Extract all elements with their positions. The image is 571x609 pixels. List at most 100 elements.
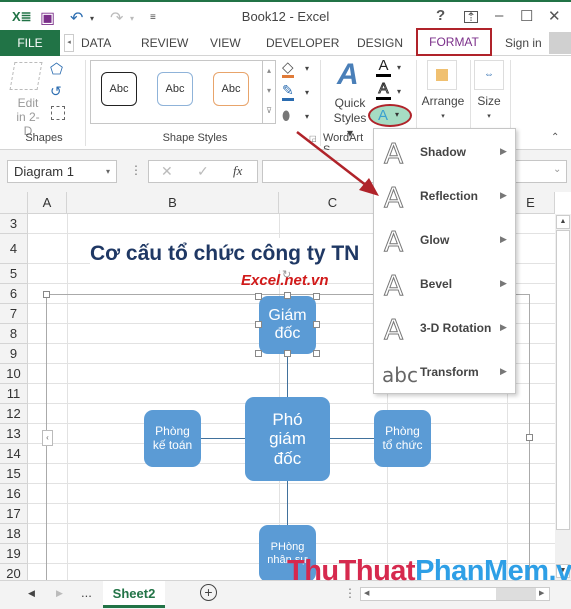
row-header[interactable]: 7 [0, 304, 28, 324]
menu-item-reflection[interactable]: A Reflection ▶ [374, 175, 515, 219]
rotate-handle-icon[interactable]: ↻ [282, 268, 291, 281]
row-header[interactable]: 20 [0, 564, 28, 580]
expand-formula-bar-icon[interactable]: ⌄ [553, 164, 561, 175]
menu-item-glow[interactable]: A Glow ▶ [374, 219, 515, 263]
row-header[interactable]: 8 [0, 324, 28, 344]
menu-item-shadow[interactable]: A Shadow ▶ [374, 131, 515, 175]
size-icon[interactable]: ⇔ [474, 60, 504, 90]
sheet-tab-sheet2[interactable]: Sheet2 [103, 581, 165, 608]
scroll-thumb[interactable] [556, 230, 570, 530]
horizontal-scrollbar[interactable]: ◀ ▶ [360, 587, 550, 601]
row-header[interactable]: 15 [0, 464, 28, 484]
shape-style-1[interactable]: Abc [101, 72, 137, 106]
resize-handle[interactable] [255, 350, 262, 357]
tab-scroll-left-icon[interactable]: ◂ [64, 34, 74, 52]
node-phong-ke-toan[interactable]: Phòng kế toán [144, 410, 201, 467]
row-header[interactable]: 3 [0, 214, 28, 234]
shape-outline-icon[interactable]: ✎ [282, 83, 294, 101]
tab-design[interactable]: DESIGN [350, 30, 410, 56]
resize-handle[interactable] [284, 350, 291, 357]
text-fill-icon[interactable]: A [376, 58, 391, 77]
scroll-left-icon[interactable]: ◀ [364, 589, 369, 597]
resize-handle[interactable] [313, 293, 320, 300]
tab-file[interactable]: FILE [0, 30, 60, 56]
more-sheets-button[interactable]: ... [81, 585, 92, 600]
row-header[interactable]: 16 [0, 484, 28, 504]
resize-handle[interactable] [526, 434, 533, 441]
row-header[interactable]: 4 [0, 234, 28, 264]
enter-icon[interactable]: ✓ [197, 163, 209, 180]
change-shape-icon[interactable]: ⬠ [50, 60, 63, 78]
shape-style-2[interactable]: Abc [157, 72, 193, 106]
arrange-icon[interactable] [427, 60, 457, 90]
shape-effects-icon[interactable]: ⬮ [282, 108, 290, 124]
row-header[interactable]: 14 [0, 444, 28, 464]
text-outline-dropdown-icon[interactable]: ▾ [397, 87, 401, 96]
row-header[interactable]: 11 [0, 384, 28, 404]
row-header[interactable]: 6 [0, 284, 28, 304]
row-header[interactable]: 5 [0, 264, 28, 284]
tab-developer[interactable]: DEVELOPER [266, 30, 339, 56]
resize-handle[interactable] [313, 350, 320, 357]
next-sheet-icon[interactable]: ▶ [56, 588, 63, 599]
text-outline-icon[interactable]: A [376, 80, 391, 100]
scroll-up-icon[interactable]: ▲ [556, 215, 570, 229]
reset-graphic-icon[interactable]: ↺ [50, 83, 62, 100]
shape-outline-dropdown-icon[interactable]: ▾ [305, 88, 309, 97]
name-box-dropdown-icon[interactable]: ▾ [106, 161, 110, 182]
node-giam-doc[interactable]: Giám đốc [259, 296, 316, 354]
text-pane-toggle-icon[interactable]: ‹ [42, 430, 53, 446]
menu-item-3-d-rotation[interactable]: A 3-D Rotation ▶ [374, 307, 515, 351]
formula-bar-grip-icon[interactable]: ⋮ [130, 163, 142, 177]
prev-sheet-icon[interactable]: ◀ [28, 588, 35, 599]
resize-handle[interactable] [313, 321, 320, 328]
edit-shape-icon[interactable] [9, 62, 43, 90]
h-scroll-thumb[interactable] [496, 588, 536, 600]
row-header[interactable]: 13 [0, 424, 28, 444]
vertical-scrollbar[interactable]: ▲ ▼ [555, 214, 571, 580]
row-header[interactable]: 10 [0, 364, 28, 384]
shape-effects-dropdown-icon[interactable]: ▾ [305, 112, 309, 121]
column-header-b[interactable]: B [67, 192, 279, 214]
resize-handle[interactable] [255, 321, 262, 328]
shape-fill-dropdown-icon[interactable]: ▾ [305, 64, 309, 73]
name-box[interactable]: Diagram 1 ▾ [7, 160, 117, 183]
resize-handle[interactable] [43, 291, 50, 298]
node-pho-giam-doc[interactable]: Phó giám đốc [245, 397, 330, 481]
text-effects-button[interactable]: A ▾ [368, 104, 412, 127]
ribbon-display-options-icon[interactable]: ⇡ [464, 11, 478, 23]
tab-review[interactable]: REVIEW [141, 30, 188, 56]
shape-fill-icon[interactable]: ◇ [282, 60, 294, 78]
node-phong-to-chuc[interactable]: Phòng tổ chức [374, 410, 431, 467]
cancel-icon[interactable]: ✕ [161, 163, 173, 180]
help-button[interactable]: ? [436, 7, 445, 24]
close-button[interactable]: ✕ [548, 7, 561, 25]
tab-view[interactable]: VIEW [210, 30, 241, 56]
minimize-button[interactable]: – [495, 7, 503, 24]
maximize-button[interactable]: ☐ [520, 7, 533, 25]
menu-item-bevel[interactable]: A Bevel ▶ [374, 263, 515, 307]
tab-data[interactable]: DATA [81, 30, 111, 56]
tab-split-grip-icon[interactable]: ⋮ [344, 586, 356, 600]
sign-in-link[interactable]: Sign in [505, 30, 542, 56]
tab-format[interactable]: FORMAT [416, 28, 492, 56]
shape-style-3[interactable]: Abc [213, 72, 249, 106]
selection-pane-icon[interactable] [51, 106, 65, 120]
quick-styles-icon[interactable]: A [337, 58, 359, 92]
collapse-ribbon-icon[interactable]: ⌃ [551, 132, 559, 143]
size-button[interactable]: Size ▾ [472, 94, 506, 120]
row-header[interactable]: 18 [0, 524, 28, 544]
row-header[interactable]: 12 [0, 404, 28, 424]
scroll-right-icon[interactable]: ▶ [539, 589, 544, 597]
new-sheet-button[interactable]: + [200, 584, 217, 601]
avatar[interactable] [549, 32, 571, 54]
menu-item-transform[interactable]: abc Transform ▶ [374, 351, 515, 395]
row-header[interactable]: 17 [0, 504, 28, 524]
insert-function-icon[interactable]: fx [233, 163, 242, 179]
resize-handle[interactable] [255, 293, 262, 300]
row-header[interactable]: 9 [0, 344, 28, 364]
column-header-a[interactable]: A [28, 192, 67, 214]
arrange-button[interactable]: Arrange ▾ [420, 94, 466, 120]
gallery-scroll[interactable]: ▴ ▾ ⊽ [262, 61, 275, 123]
row-header[interactable]: 19 [0, 544, 28, 564]
